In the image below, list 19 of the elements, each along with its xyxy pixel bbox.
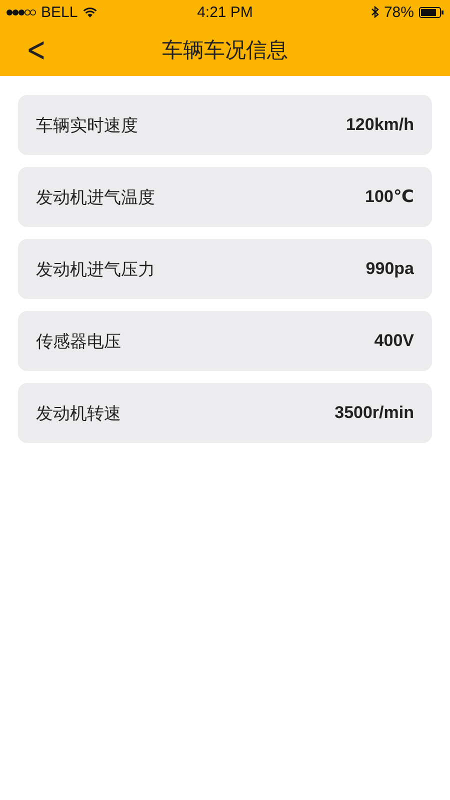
info-value: 100℃ — [365, 187, 414, 207]
info-value: 400V — [374, 331, 414, 351]
info-label: 车辆实时速度 — [36, 114, 138, 136]
clock-time: 4:21 PM — [197, 4, 253, 20]
info-label: 发动机转速 — [36, 402, 121, 424]
info-value: 3500r/min — [334, 403, 414, 423]
wifi-icon — [82, 6, 97, 18]
back-button[interactable]: < — [20, 30, 52, 70]
info-label: 发动机进气温度 — [36, 186, 155, 208]
info-value: 120km/h — [346, 115, 414, 135]
battery-percent: 78% — [384, 4, 414, 20]
info-label: 传感器电压 — [36, 330, 121, 352]
bluetooth-icon — [370, 6, 379, 18]
page-title: 车辆车况信息 — [162, 37, 288, 64]
info-label: 发动机进气压力 — [36, 258, 155, 280]
signal-icon — [6, 8, 36, 16]
battery-icon — [419, 6, 444, 18]
info-value: 990pa — [366, 259, 414, 279]
carrier-name: BELL — [41, 4, 78, 20]
